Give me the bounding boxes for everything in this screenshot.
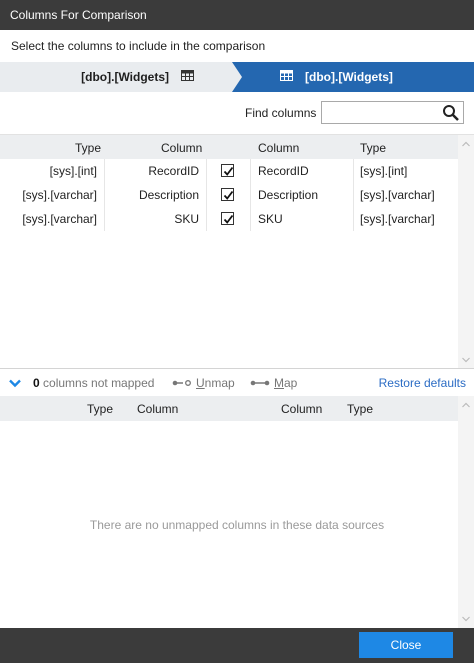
restore-defaults-link[interactable]: Restore defaults bbox=[379, 376, 466, 390]
unmap-accelerator: U bbox=[196, 376, 205, 390]
left-type-cell: [sys].[varchar] bbox=[22, 212, 97, 226]
right-column-cell: SKU bbox=[258, 212, 283, 226]
unmap-label-rest: nmap bbox=[204, 376, 235, 390]
map-label-rest: ap bbox=[284, 376, 298, 390]
find-columns-label: Find columns bbox=[245, 106, 317, 120]
scroll-down-icon[interactable] bbox=[462, 616, 470, 622]
close-button[interactable]: Close bbox=[359, 632, 453, 658]
left-column-cell: Description bbox=[138, 188, 199, 202]
chevron-down-icon[interactable] bbox=[9, 377, 21, 391]
window-title: Columns For Comparison bbox=[10, 8, 147, 22]
left-source-name: [dbo].[Widgets] bbox=[81, 70, 169, 84]
header-right-column[interactable]: Column bbox=[258, 141, 299, 155]
unmapped-count-value: 0 bbox=[33, 376, 40, 390]
unmap-button[interactable]: Unmap bbox=[172, 376, 235, 390]
vertical-scrollbar[interactable] bbox=[458, 396, 474, 628]
instruction-text: Select the columns to include in the com… bbox=[11, 39, 266, 53]
empty-state-message: There are no unmapped columns in these d… bbox=[89, 518, 385, 532]
search-icon[interactable] bbox=[442, 104, 460, 122]
header-left-type[interactable]: Type bbox=[87, 402, 113, 416]
find-columns-box bbox=[321, 101, 464, 124]
table-icon bbox=[280, 70, 293, 84]
include-checkbox[interactable] bbox=[221, 188, 234, 201]
scroll-down-icon[interactable] bbox=[462, 357, 470, 363]
scroll-up-icon[interactable] bbox=[462, 141, 470, 147]
left-column-cell: SKU bbox=[174, 212, 199, 226]
table-icon bbox=[181, 70, 194, 84]
left-column-cell: RecordID bbox=[148, 164, 199, 178]
include-checkbox[interactable] bbox=[221, 212, 234, 225]
header-right-type[interactable]: Type bbox=[360, 141, 386, 155]
unmapped-count: 0 columns not mapped bbox=[33, 376, 154, 390]
table-row[interactable]: [sys].[varchar] Description Description … bbox=[0, 183, 458, 207]
vertical-scrollbar[interactable] bbox=[458, 135, 474, 369]
header-left-column[interactable]: Column bbox=[161, 141, 202, 155]
header-right-type[interactable]: Type bbox=[347, 402, 373, 416]
right-source: [dbo].[Widgets] bbox=[232, 62, 474, 92]
grid-header: Type Column Column Type bbox=[0, 135, 458, 159]
grid-header: Type Column Column Type bbox=[0, 396, 458, 421]
left-source: [dbo].[Widgets] bbox=[0, 62, 234, 92]
left-type-cell: [sys].[int] bbox=[49, 164, 97, 178]
unmapped-toolbar: 0 columns not mapped Unmap Map Restore d… bbox=[0, 368, 474, 395]
include-checkbox[interactable] bbox=[221, 164, 234, 177]
map-accelerator: M bbox=[274, 376, 284, 390]
unmap-icon bbox=[172, 380, 191, 386]
right-column-cell: Description bbox=[258, 188, 319, 202]
right-source-name: [dbo].[Widgets] bbox=[305, 70, 393, 84]
table-row[interactable]: [sys].[varchar] SKU SKU [sys].[varchar] bbox=[0, 207, 458, 231]
header-right-column[interactable]: Column bbox=[281, 402, 322, 416]
unmapped-count-label: columns not mapped bbox=[43, 376, 155, 390]
title-bar: Columns For Comparison bbox=[0, 0, 474, 30]
mapped-columns-grid: Type Column Column Type [sys].[int] Reco… bbox=[0, 134, 474, 369]
right-type-cell: [sys].[varchar] bbox=[360, 212, 435, 226]
map-button[interactable]: Map bbox=[250, 376, 297, 390]
scroll-up-icon[interactable] bbox=[462, 402, 470, 408]
header-left-column[interactable]: Column bbox=[137, 402, 178, 416]
right-type-cell: [sys].[int] bbox=[360, 164, 408, 178]
data-source-header: [dbo].[Widgets] [dbo].[Widgets] bbox=[0, 62, 474, 92]
unmapped-columns-grid: Type Column Column Type There are no unm… bbox=[0, 396, 474, 628]
right-column-cell: RecordID bbox=[258, 164, 309, 178]
header-left-type[interactable]: Type bbox=[75, 141, 101, 155]
right-type-cell: [sys].[varchar] bbox=[360, 188, 435, 202]
find-columns-input[interactable] bbox=[322, 102, 440, 123]
table-row[interactable]: [sys].[int] RecordID RecordID [sys].[int… bbox=[0, 159, 458, 183]
map-icon bbox=[250, 380, 270, 386]
left-type-cell: [sys].[varchar] bbox=[22, 188, 97, 202]
